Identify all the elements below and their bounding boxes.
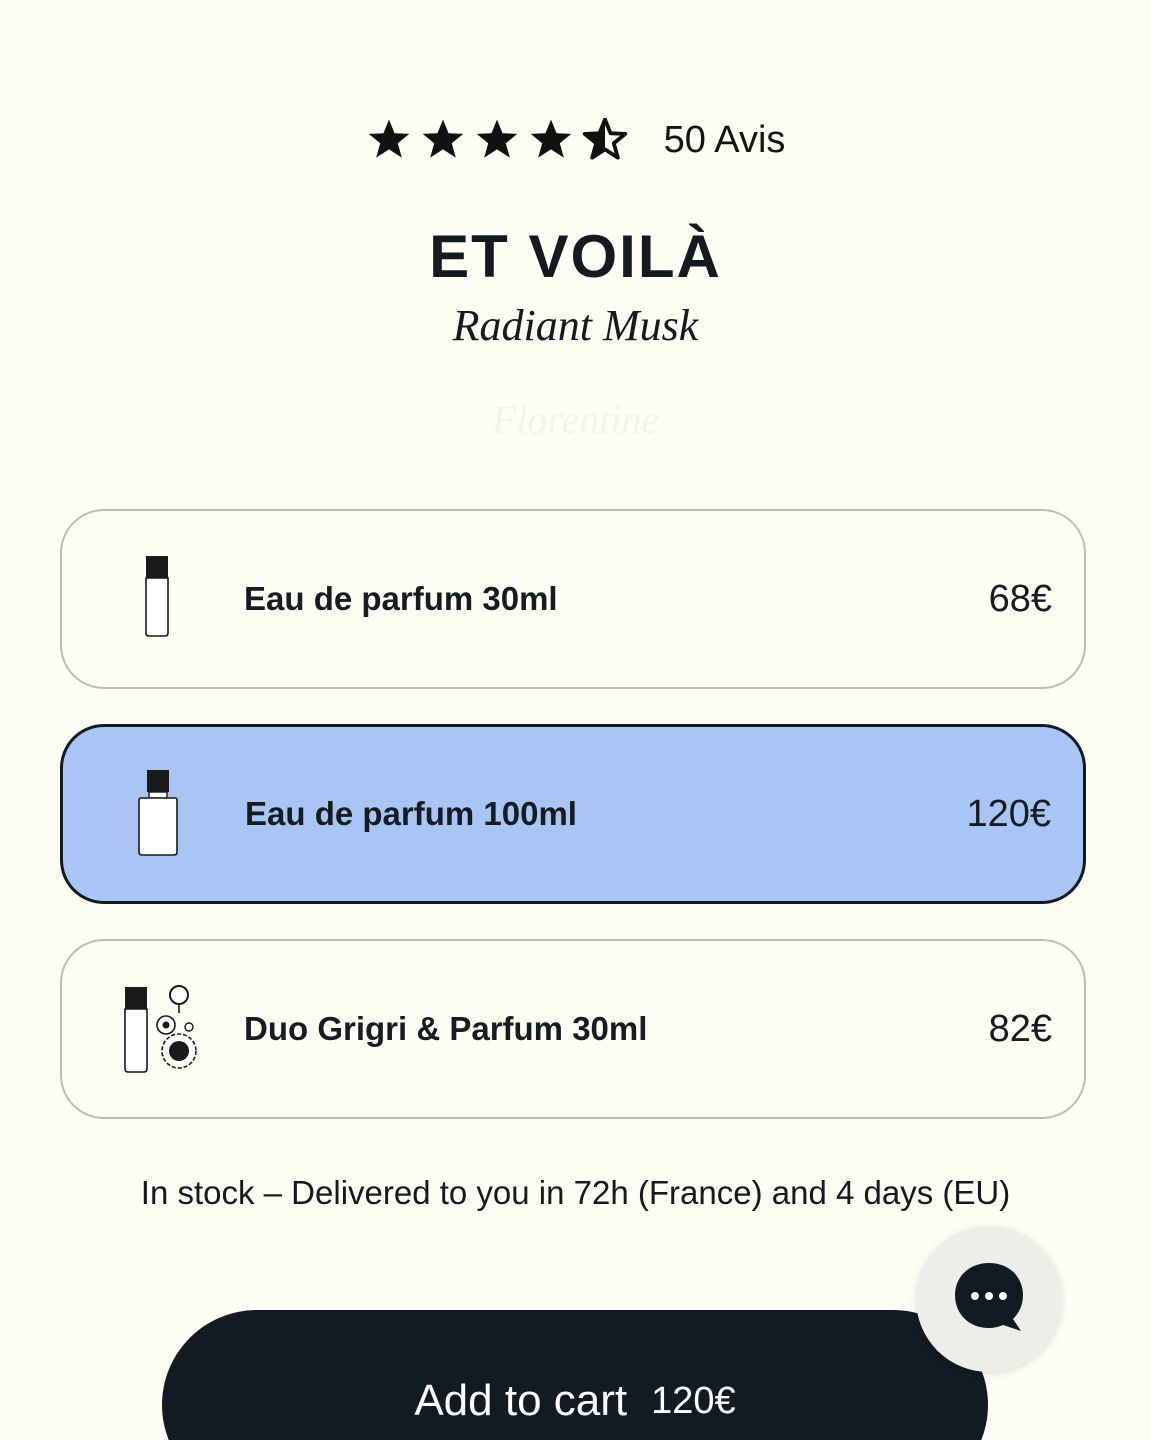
reviews-count[interactable]: 50 Avis [664, 119, 786, 162]
star-full-icon [420, 118, 466, 162]
option-edp-30ml[interactable]: Eau de parfum 30ml 68€ [60, 509, 1086, 689]
chat-button[interactable] [916, 1226, 1062, 1372]
add-to-cart-label: Add to cart [414, 1376, 628, 1425]
bottle-30ml-icon [102, 511, 212, 687]
product-page: 50 Avis ET VOILÀ Radiant Musk Florentine… [0, 0, 1151, 1440]
star-half-icon [582, 118, 628, 162]
option-duo-grigri[interactable]: Duo Grigri & Parfum 30ml 82€ [60, 939, 1086, 1119]
product-subtitle: Radiant Musk [452, 301, 699, 350]
product-title: ET VOILÀ [429, 223, 722, 290]
option-edp-100ml[interactable]: Eau de parfum 100ml 120€ [60, 724, 1086, 904]
add-to-cart-button[interactable]: Add to cart 120€ [162, 1310, 988, 1440]
bottle-100ml-icon [103, 727, 213, 901]
option-label: Eau de parfum 30ml [244, 580, 558, 617]
add-to-cart-price: 120€ [651, 1380, 736, 1422]
bottle-keychain-icon [102, 941, 212, 1117]
option-label: Eau de parfum 100ml [245, 795, 577, 832]
option-price: 68€ [988, 577, 1052, 620]
option-label: Duo Grigri & Parfum 30ml [244, 1010, 648, 1047]
star-full-icon [528, 118, 574, 162]
chat-bubble-icon [951, 1259, 1027, 1340]
option-price: 82€ [988, 1007, 1052, 1050]
star-rating [366, 118, 628, 162]
star-full-icon [474, 118, 520, 162]
faded-text: Florentine [491, 397, 660, 442]
option-price: 120€ [966, 792, 1051, 835]
rating-row[interactable]: 50 Avis [0, 118, 1151, 162]
stock-delivery-text: In stock – Delivered to you in 72h (Fran… [140, 1174, 1011, 1211]
star-full-icon [366, 118, 412, 162]
